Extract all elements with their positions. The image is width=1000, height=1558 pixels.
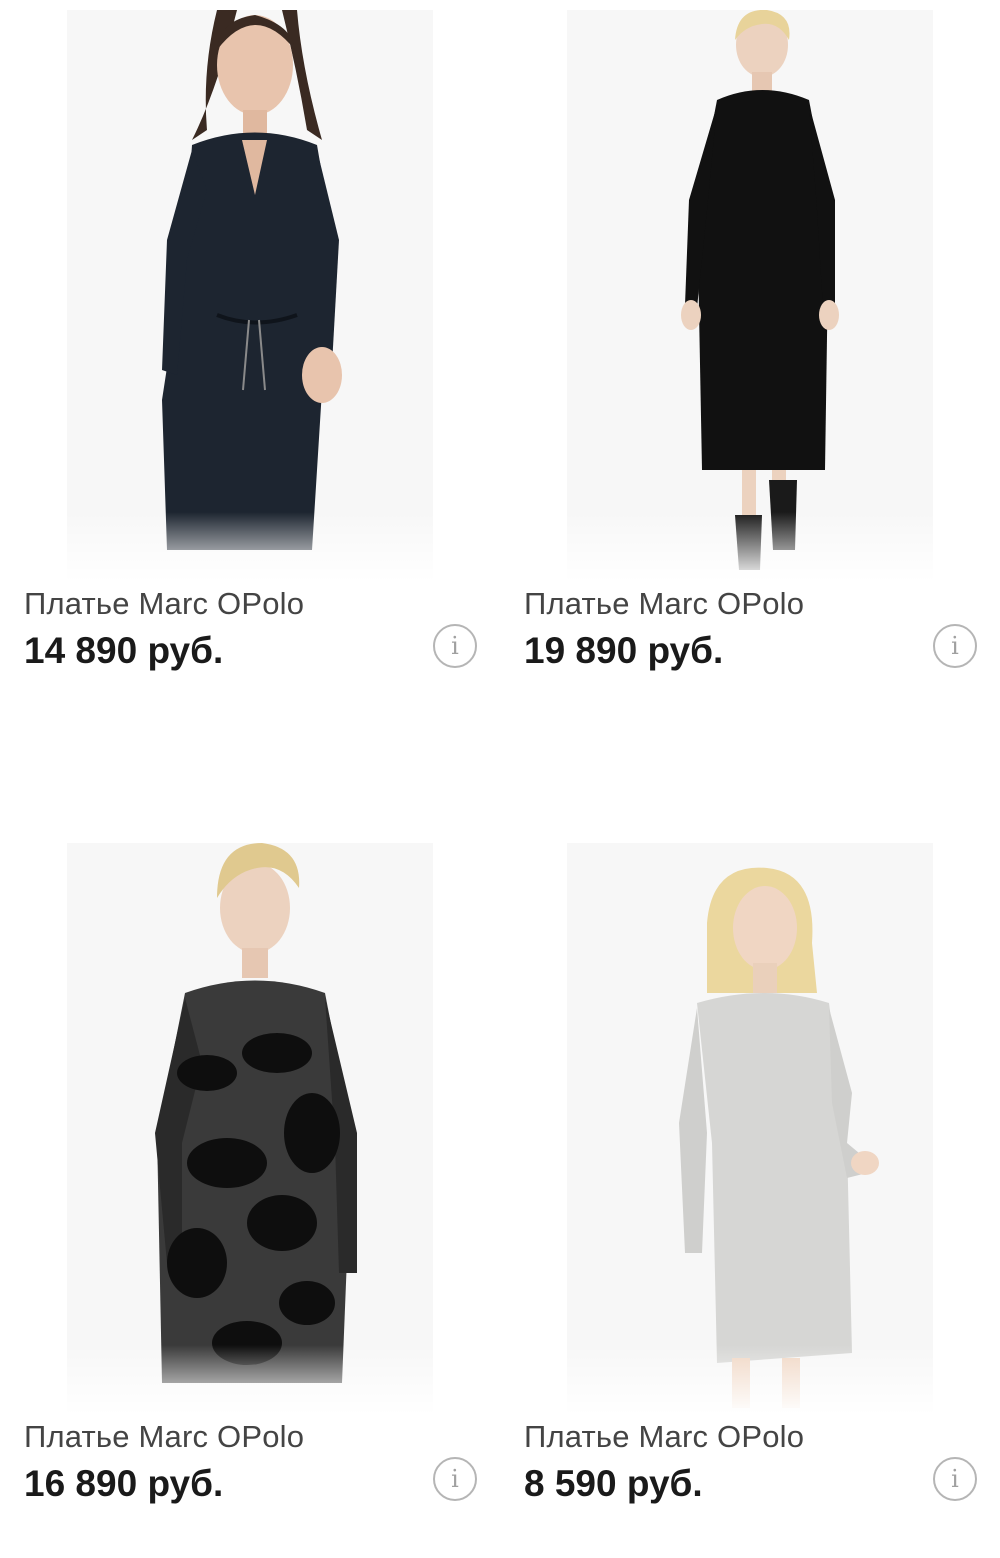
info-icon[interactable]: i bbox=[433, 624, 477, 668]
product-price: 14 890 руб. bbox=[24, 630, 224, 671]
product-card[interactable]: Платье Marc OPolo 16 890 руб. i bbox=[0, 833, 500, 1558]
product-title[interactable]: Платье Marc OPolo bbox=[24, 1419, 304, 1455]
product-image[interactable] bbox=[67, 843, 433, 1415]
info-icon[interactable]: i bbox=[933, 1457, 977, 1501]
product-card[interactable]: Платье Marc OPolo 14 890 руб. i bbox=[0, 0, 500, 779]
info-icon[interactable]: i bbox=[433, 1457, 477, 1501]
product-title[interactable]: Платье Marc OPolo bbox=[524, 586, 804, 622]
product-image[interactable] bbox=[67, 10, 433, 582]
product-image[interactable] bbox=[567, 843, 933, 1415]
product-image[interactable] bbox=[567, 10, 933, 582]
product-price: 16 890 руб. bbox=[24, 1463, 224, 1504]
product-card[interactable]: Платье Marc OPolo 19 890 руб. i bbox=[500, 0, 1000, 779]
product-card[interactable]: Платье Marc OPolo 8 590 руб. i bbox=[500, 833, 1000, 1558]
product-price: 19 890 руб. bbox=[524, 630, 724, 671]
info-icon[interactable]: i bbox=[933, 624, 977, 668]
product-title[interactable]: Платье Marc OPolo bbox=[24, 586, 304, 622]
product-price: 8 590 руб. bbox=[524, 1463, 703, 1504]
product-title[interactable]: Платье Marc OPolo bbox=[524, 1419, 804, 1455]
product-grid: Платье Marc OPolo 14 890 руб. i Платье M… bbox=[0, 0, 1000, 1558]
